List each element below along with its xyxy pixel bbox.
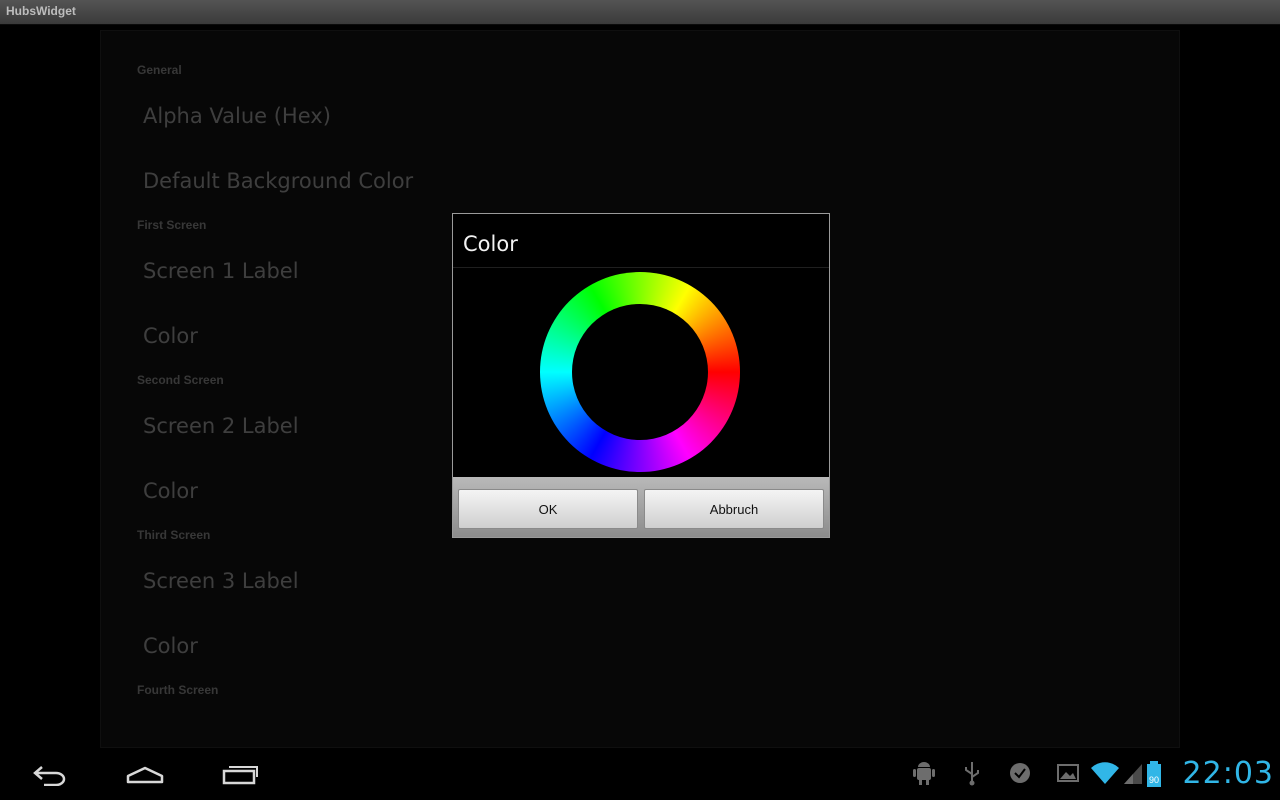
app-title: HubsWidget bbox=[6, 4, 76, 18]
signal-icon bbox=[1122, 760, 1144, 790]
status-clock: 22:03 bbox=[1182, 756, 1274, 791]
system-navigation-bar: 90 22:03 bbox=[0, 748, 1280, 800]
category-general: General bbox=[137, 63, 182, 77]
pref-screen-2-color[interactable]: Color bbox=[143, 479, 198, 503]
color-wheel[interactable] bbox=[539, 271, 741, 473]
category-second-screen: Second Screen bbox=[137, 373, 224, 387]
recent-apps-icon[interactable] bbox=[221, 762, 259, 790]
color-picker-dialog: Color OK Abbruch bbox=[452, 213, 830, 538]
image-icon bbox=[1056, 760, 1080, 790]
category-first-screen: First Screen bbox=[137, 218, 207, 232]
pref-screen-3-label[interactable]: Screen 3 Label bbox=[143, 569, 299, 593]
category-third-screen: Third Screen bbox=[137, 528, 211, 542]
pref-default-background-color[interactable]: Default Background Color bbox=[143, 169, 413, 193]
pref-alpha-value[interactable]: Alpha Value (Hex) bbox=[143, 104, 331, 128]
dialog-divider bbox=[453, 267, 829, 268]
pref-screen-3-color[interactable]: Color bbox=[143, 634, 198, 658]
pref-screen-2-label[interactable]: Screen 2 Label bbox=[143, 414, 299, 438]
pref-screen-1-color[interactable]: Color bbox=[143, 324, 198, 348]
battery-level: 90 bbox=[1149, 775, 1159, 785]
cancel-button[interactable]: Abbruch bbox=[644, 489, 824, 529]
pref-screen-1-label[interactable]: Screen 1 Label bbox=[143, 259, 299, 283]
home-icon[interactable] bbox=[125, 762, 165, 790]
title-bar: HubsWidget bbox=[0, 0, 1280, 25]
usb-icon bbox=[962, 760, 982, 790]
ok-button[interactable]: OK bbox=[458, 489, 638, 529]
dialog-title: Color bbox=[463, 232, 518, 256]
dialog-button-bar: OK Abbruch bbox=[453, 477, 829, 537]
wifi-icon bbox=[1090, 760, 1120, 790]
notification-icon bbox=[1008, 760, 1032, 790]
back-icon[interactable] bbox=[30, 762, 68, 790]
battery-icon: 90 bbox=[1144, 760, 1166, 792]
category-fourth-screen: Fourth Screen bbox=[137, 683, 219, 697]
android-debug-icon bbox=[912, 760, 936, 790]
